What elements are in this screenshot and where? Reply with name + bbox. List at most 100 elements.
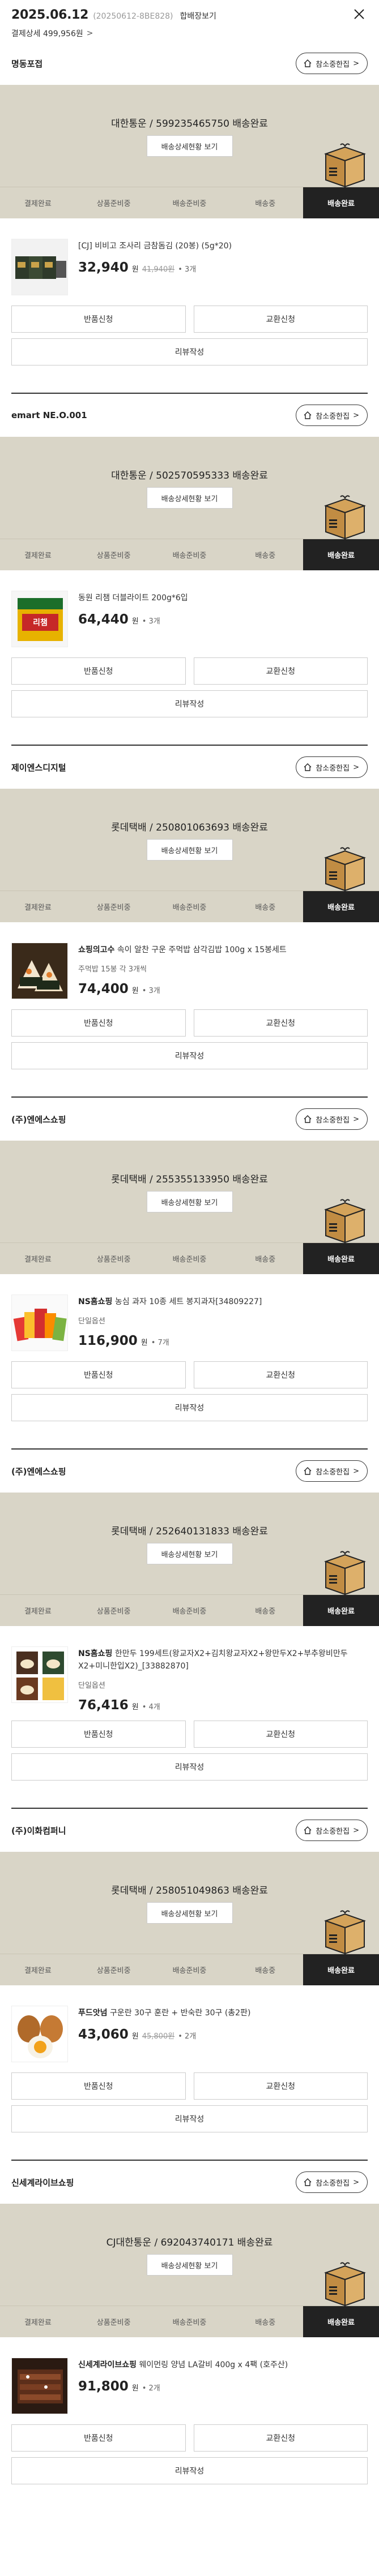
store-button[interactable]: 참소중한집 >: [296, 756, 368, 778]
store-button[interactable]: 참소중한집 >: [296, 53, 368, 74]
product-thumbnail[interactable]: [11, 1646, 68, 1703]
store-button-label: 참소중한집: [316, 1468, 350, 1477]
payment-detail-link[interactable]: 결제상세 499,956원 >: [11, 28, 368, 39]
product-name-line[interactable]: NS홈쇼핑 한만두 199세트(왕교자X2+김치왕교자X2+왕만두X2+부추왕비…: [78, 1648, 368, 1672]
combined-delivery-link[interactable]: 합배장보기: [180, 10, 216, 21]
product-brand: 쇼핑의고수: [78, 945, 115, 954]
order-sections: 명동포접 참소중한집 > 대한통운 / 599235465750 배송완료 배송상세현황…: [0, 42, 379, 2496]
delivery-step: 결제완료: [24, 2319, 52, 2327]
delivery-detail-button[interactable]: 배송상세현황 보기: [146, 1902, 233, 1924]
write-review-button[interactable]: 리뷰작성: [11, 1753, 368, 1781]
exchange-request-button[interactable]: 교환신청: [193, 306, 368, 333]
write-review-button[interactable]: 리뷰작성: [11, 1042, 368, 1069]
price-unit: 원: [131, 987, 139, 995]
store-house-icon: [303, 59, 312, 68]
delivery-step: 결제완료: [24, 1607, 52, 1616]
product-name-line[interactable]: 동원 리챔 더블라이트 200g*6입: [78, 592, 368, 604]
write-review-button[interactable]: 리뷰작성: [11, 338, 368, 365]
price-unit: 원: [131, 617, 139, 626]
close-icon[interactable]: [352, 7, 367, 21]
store-button-label: 참소중한집: [316, 1116, 350, 1125]
return-request-button[interactable]: 반품신청: [11, 306, 186, 333]
store-button[interactable]: 참소중한집 >: [296, 405, 368, 426]
exchange-request-button[interactable]: 교환신청: [193, 657, 368, 685]
product-option: 단일옵션: [78, 1317, 105, 1326]
delivery-detail-button[interactable]: 배송상세현황 보기: [146, 839, 233, 861]
product-item[interactable]: NS홈쇼핑 농심 과자 10종 세트 봉지과자[34809227] 단일옵션 116…: [0, 1274, 379, 1353]
original-price: 45,800원: [142, 2032, 175, 2041]
store-button[interactable]: 참소중한집 >: [296, 1460, 368, 1482]
store-button-label: 참소중한집: [316, 60, 350, 69]
delivery-detail-button[interactable]: 배송상세현황 보기: [146, 1543, 233, 1564]
return-request-button[interactable]: 반품신청: [11, 2424, 186, 2452]
product-thumbnail[interactable]: [11, 239, 68, 295]
product-name-line[interactable]: 신세계라이브쇼핑 웨이먼링 양념 LA갈비 400g x 4팩 (호주산): [78, 2359, 368, 2371]
return-request-button[interactable]: 반품신청: [11, 1721, 186, 1748]
delivery-detail-button[interactable]: 배송상세현황 보기: [146, 2254, 233, 2276]
store-button[interactable]: 참소중한집 >: [296, 2171, 368, 2193]
return-request-button[interactable]: 반품신청: [11, 2072, 186, 2100]
product-item[interactable]: [CJ] 비비고 조사리 금참돔김 (20봉) (5g*20) 32,940 원 41…: [0, 218, 379, 298]
order-section: (주)이화컴퍼니 참소중한집 > 롯데택배 / 258051049863 배송완료 배송…: [0, 1781, 379, 2132]
delivery-steps: 결제완료 상품준비중 배송준비중 배송중 배송완료: [0, 187, 379, 218]
delivery-detail-button[interactable]: 배송상세현황 보기: [146, 487, 233, 509]
delivery-step: 배송완료: [303, 187, 379, 218]
delivery-step: 결제완료: [24, 904, 52, 912]
product-quantity: • 3개: [142, 617, 160, 626]
return-request-button[interactable]: 반품신청: [11, 657, 186, 685]
exchange-request-button[interactable]: 교환신청: [193, 1721, 368, 1748]
product-item[interactable]: 신세계라이브쇼핑 웨이먼링 양념 LA갈비 400g x 4팩 (호주산) 91,…: [0, 2337, 379, 2416]
return-request-button[interactable]: 반품신청: [11, 1361, 186, 1388]
delivery-detail-button[interactable]: 배송상세현황 보기: [146, 1191, 233, 1212]
product-name-line[interactable]: NS홈쇼핑 농심 과자 10종 세트 봉지과자[34809227]: [78, 1296, 368, 1308]
store-button[interactable]: 참소중한집 >: [296, 1820, 368, 1841]
store-button[interactable]: 참소중한집 >: [296, 1108, 368, 1130]
svg-text:리챔: 리챔: [33, 618, 48, 627]
product-item[interactable]: 쇼핑의고수 속이 알찬 구운 주먹밥 삼각김밥 100g x 15봉세트 주먹밥 …: [0, 922, 379, 1001]
delivery-banner: 대한통운 / 502570595333 배송완료 배송상세현황 보기: [0, 437, 379, 540]
product-name-line[interactable]: 푸드앗넘 구운란 30구 훈란 + 반숙란 30구 (총2판): [78, 2007, 368, 2019]
order-section: (주)엔에스쇼핑 참소중한집 > 롯데택배 / 255355133950 배송완료 배송…: [0, 1069, 379, 1421]
product-item[interactable]: NS홈쇼핑 한만두 199세트(왕교자X2+김치왕교자X2+왕만두X2+부추왕비…: [0, 1626, 379, 1713]
delivery-status: 롯데택배 / 252640131833 배송완료: [111, 1526, 268, 1537]
exchange-request-button[interactable]: 교환신청: [193, 1009, 368, 1037]
seller-name: (주)엔에스쇼핑: [11, 1114, 66, 1125]
order-actions: 반품신청 교환신청리뷰작성: [0, 1001, 379, 1069]
write-review-button[interactable]: 리뷰작성: [11, 2105, 368, 2132]
chevron-right-icon: >: [353, 1115, 359, 1124]
delivery-box-icon: [323, 143, 367, 188]
order-actions: 반품신청 교환신청리뷰작성: [0, 1713, 379, 1781]
product-thumbnail[interactable]: [11, 2358, 68, 2414]
delivery-steps: 결제완료 상품준비중 배송준비중 배송중 배송완료: [0, 891, 379, 922]
delivery-box-icon: [323, 1198, 367, 1244]
exchange-request-button[interactable]: 교환신청: [193, 2424, 368, 2452]
write-review-button[interactable]: 리뷰작성: [11, 2457, 368, 2484]
return-request-button[interactable]: 반품신청: [11, 1009, 186, 1037]
product-thumbnail[interactable]: 리챔: [11, 591, 68, 647]
product-item[interactable]: 푸드앗넘 구운란 30구 훈란 + 반숙란 30구 (총2판) 43,060 원 45…: [0, 1985, 379, 2065]
product-brand: NS홈쇼핑: [78, 1649, 113, 1658]
product-name-line[interactable]: [CJ] 비비고 조사리 금참돔김 (20봉) (5g*20): [78, 240, 368, 252]
delivery-step: 상품준비중: [96, 1255, 131, 1264]
order-section: 명동포접 참소중한집 > 대한통운 / 599235465750 배송완료 배송상세현황…: [0, 42, 379, 365]
delivery-detail-button[interactable]: 배송상세현황 보기: [146, 135, 233, 157]
write-review-button[interactable]: 리뷰작성: [11, 1394, 368, 1421]
chevron-right-icon: >: [353, 1467, 359, 1476]
price-row: 43,060 원 45,800원 • 2개: [78, 2027, 368, 2042]
product-item[interactable]: 리챔 동원 리챔 더블라이트 200g*6입 64,440 원 • 3개: [0, 570, 379, 650]
exchange-request-button[interactable]: 교환신청: [193, 2072, 368, 2100]
delivery-steps: 결제완료 상품준비중 배송준비중 배송중 배송완료: [0, 1242, 379, 1274]
product-thumbnail[interactable]: [11, 2006, 68, 2062]
product-name-line[interactable]: 쇼핑의고수 속이 알찬 구운 주먹밥 삼각김밥 100g x 15봉세트: [78, 944, 368, 956]
delivery-status: 롯데택배 / 258051049863 배송완료: [111, 1885, 268, 1896]
exchange-request-button[interactable]: 교환신청: [193, 1361, 368, 1388]
seller-name: emart NE.O.001: [11, 410, 87, 420]
product-thumbnail[interactable]: [11, 1295, 68, 1351]
chevron-right-icon: >: [353, 2178, 359, 2187]
write-review-button[interactable]: 리뷰작성: [11, 690, 368, 717]
delivery-box-icon: [323, 846, 367, 892]
order-number: (20250612-8BE828): [93, 12, 173, 21]
product-thumbnail[interactable]: [11, 943, 68, 999]
original-price: 41,940원: [142, 265, 175, 274]
delivery-banner: 롯데택배 / 258051049863 배송완료배송상세현황 보기: [0, 1852, 379, 1955]
